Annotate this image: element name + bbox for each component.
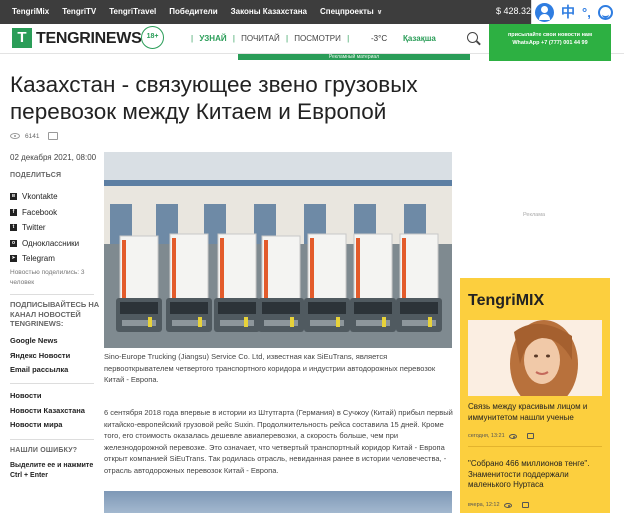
age-badge: 18+	[141, 26, 164, 49]
top-nav: TengriMix TengriTV TengriTravel Победите…	[12, 7, 382, 16]
shared-count-note: Новостью поделились: 3 человек	[10, 269, 85, 286]
currency-rate: $ 428.32	[496, 6, 532, 16]
share-label: Facebook	[22, 207, 58, 217]
chevron-down-icon: ∨	[376, 9, 383, 16]
nav-learn[interactable]: УЗНАЙ	[199, 34, 226, 43]
top-nav-special-projects[interactable]: Спецпроекты ∨	[320, 7, 382, 16]
share-twitter[interactable]: t Twitter	[10, 220, 79, 236]
top-nav-tengrimix[interactable]: TengriMix	[12, 7, 49, 16]
user-icon[interactable]	[535, 2, 554, 22]
share-label: Telegram	[22, 254, 55, 264]
share-label: Twitter	[22, 223, 46, 233]
logo-text[interactable]: TENGRINEWS	[36, 30, 142, 48]
link-email-newsletter[interactable]: Email рассылка	[10, 365, 70, 380]
tengrimix-item-title[interactable]: "Собрано 466 миллионов тенге". Знаменито…	[468, 459, 604, 491]
divider	[468, 446, 602, 447]
nav-separator: |	[347, 34, 350, 43]
share-facebook[interactable]: f Facebook	[10, 205, 79, 221]
ad-label: Реклама	[523, 212, 546, 218]
top-nav-tengritravel[interactable]: TengriTravel	[109, 7, 156, 16]
tengrimix-title[interactable]: TengriMIX	[468, 292, 544, 310]
divider	[10, 294, 94, 295]
eye-icon	[503, 502, 512, 508]
divider	[10, 439, 94, 440]
share-telegram[interactable]: ➤ Telegram	[10, 251, 79, 267]
extension-toolbar: 中 °,	[531, 0, 624, 24]
trucks-illustration	[104, 152, 452, 348]
odnoklassniki-icon: о	[10, 239, 17, 247]
tengrimix-photo[interactable]	[468, 320, 602, 396]
weather-temperature[interactable]: -3°C	[371, 34, 387, 43]
news-links: Новости Новости Казахстана Новости мира	[10, 391, 85, 435]
share-odnoklassniki[interactable]: о Одноклассники	[10, 236, 79, 252]
nav-separator: |	[285, 34, 289, 43]
woman-portrait-image	[468, 320, 602, 396]
divider	[10, 383, 94, 384]
share-label: Одноклассники	[22, 238, 80, 248]
comment-icon[interactable]	[48, 132, 59, 140]
article-meta: 6141	[10, 132, 63, 140]
top-nav-laws[interactable]: Законы Казахстана	[231, 7, 307, 16]
error-hint: Выделите ее и нажмите Ctrl + Enter	[10, 462, 94, 479]
whatsapp-line2: WhatsApp +7 (777) 001 44 99	[512, 39, 588, 46]
twitter-icon: t	[10, 224, 17, 232]
telegram-icon: ➤	[10, 255, 17, 263]
article-photo	[104, 152, 452, 348]
comment-icon[interactable]	[521, 502, 529, 508]
item-time: вчера, 12:12	[468, 502, 500, 508]
link-kazakhstan-news[interactable]: Новости Казахстана	[10, 406, 85, 421]
search-icon[interactable]	[467, 32, 478, 43]
tengrimix-item-meta: сегодня, 13:21	[468, 433, 538, 439]
top-nav-winners[interactable]: Победители	[169, 7, 217, 16]
whatsapp-line1: присылайте свои новости нам	[507, 32, 593, 38]
share-list: в Vkontakte f Facebook t Twitter о Однокласс…	[10, 189, 79, 267]
nav-watch[interactable]: ПОСМОТРИ	[294, 34, 341, 43]
vk-icon: в	[10, 193, 17, 201]
photo-caption: Sino-Europe Trucking (Jiangsu) Service C…	[104, 352, 436, 384]
article-photo-2	[104, 491, 452, 513]
share-title: ПОДЕЛИТЬСЯ	[10, 172, 62, 179]
punctuation-icon[interactable]: °,	[582, 5, 591, 20]
tengrimix-item-title[interactable]: Связь между красивым лицом и иммунитетом…	[468, 402, 604, 423]
article-title: Казахстан - связующее звено грузовых пер…	[10, 72, 418, 124]
logo-icon[interactable]: T	[12, 28, 32, 48]
link-google-news[interactable]: Google News	[10, 336, 70, 351]
ad-strip[interactable]: Рекламный материал	[238, 54, 470, 60]
nav-separator: |	[191, 34, 194, 43]
eye-icon	[508, 433, 517, 439]
facebook-icon: f	[10, 208, 17, 216]
nav-separator: |	[232, 34, 235, 43]
share-label: Vkontakte	[22, 192, 58, 202]
link-news[interactable]: Новости	[10, 391, 85, 406]
language-switch[interactable]: Қазақша	[403, 34, 436, 43]
article-date: 02 декабря 2021, 08:00	[10, 153, 97, 162]
header-nav: | УЗНАЙ | ПОЧИТАЙ | ПОСМОТРИ |	[187, 34, 353, 43]
tengrimix-widget: TengriMIX Связь между красивым лицом и и…	[460, 278, 610, 513]
top-nav-tengritv[interactable]: TengriTV	[62, 7, 96, 16]
link-world-news[interactable]: Новости мира	[10, 420, 85, 435]
item-time: сегодня, 13:21	[468, 433, 505, 439]
subscribe-title: ПОДПИСЫВАЙТЕСЬ НА КАНАЛ НОВОСТЕЙ TENGRIN…	[10, 300, 100, 328]
article-paragraph: 6 сентября 2018 года впервые в истории и…	[104, 408, 453, 475]
nav-read[interactable]: ПОЧИТАЙ	[241, 34, 280, 43]
eye-icon	[10, 133, 20, 139]
emoji-icon[interactable]	[597, 4, 613, 20]
link-yandex-news[interactable]: Яндекс Новости	[10, 351, 70, 366]
subscribe-links: Google News Яндекс Новости Email рассылк…	[10, 336, 70, 380]
error-title: НАШЛИ ОШИБКУ?	[10, 447, 78, 454]
comment-icon[interactable]	[526, 433, 534, 439]
chinese-input-icon[interactable]: 中	[561, 2, 575, 22]
share-vkontakte[interactable]: в Vkontakte	[10, 189, 79, 205]
view-count: 6141	[25, 132, 40, 140]
tengrimix-item-meta: вчера, 12:12	[468, 502, 533, 508]
whatsapp-banner[interactable]: присылайте свои новости нам WhatsApp +7 …	[489, 24, 611, 61]
